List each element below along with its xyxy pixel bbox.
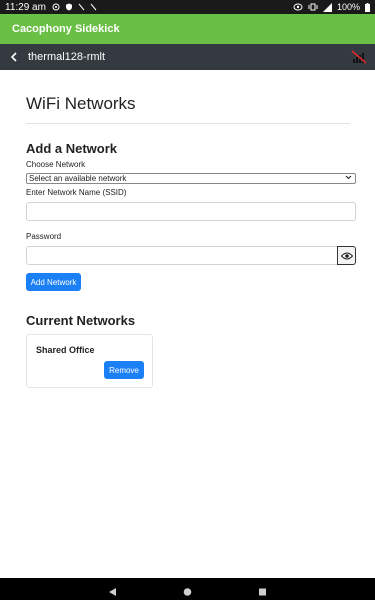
device-connection-icon (351, 50, 367, 64)
back-button[interactable] (0, 52, 28, 62)
no-signal-icon (351, 50, 367, 64)
status-bar: 11:29 am 100% (0, 0, 375, 14)
current-networks-heading: Current Networks (26, 313, 136, 328)
nav-recents-button[interactable] (258, 584, 267, 600)
notification-icons (52, 3, 97, 11)
chevron-down-icon (345, 174, 352, 183)
remove-network-button[interactable]: Remove (104, 361, 144, 379)
app-header: Cacophony Sidekick (0, 14, 375, 44)
system-nav-bar (0, 578, 375, 600)
choose-network-label: Choose Network (26, 160, 86, 169)
device-bar: thermal128-rmlt (0, 44, 375, 70)
password-label: Password (26, 232, 62, 241)
add-network-button[interactable]: Add Network (26, 273, 81, 291)
nav-home-button[interactable] (183, 584, 192, 600)
shield-icon (65, 3, 72, 11)
add-network-heading: Add a Network (26, 141, 118, 156)
eye-icon (340, 252, 353, 259)
device-name: thermal128-rmlt (28, 51, 106, 63)
ssid-label: Enter Network Name (SSID) (26, 188, 127, 197)
square-recents-icon (259, 588, 266, 596)
slash-icon (90, 3, 97, 11)
triangle-back-icon (109, 588, 116, 596)
status-right: 100% (293, 2, 370, 12)
battery-percent: 100% (336, 2, 360, 12)
network-select-value: Select an available network (29, 174, 127, 183)
password-input[interactable] (26, 246, 337, 265)
status-time: 11:29 am (5, 1, 46, 13)
main-content: WiFi Networks Add a Network Choose Netwo… (26, 70, 356, 388)
circle-home-icon (183, 588, 192, 596)
app-title: Cacophony Sidekick (12, 23, 120, 35)
signal-icon (322, 2, 332, 12)
ssid-input[interactable] (26, 202, 356, 221)
page-title: WiFi Networks (26, 94, 350, 124)
slash-icon (78, 3, 85, 11)
password-row (26, 246, 356, 265)
chevron-left-icon (10, 52, 17, 62)
location-icon (293, 3, 303, 11)
vibrate-icon (308, 3, 318, 11)
show-password-button[interactable] (337, 246, 356, 265)
notification-icon (52, 3, 60, 11)
network-card: Shared Office Remove (26, 334, 153, 388)
network-select[interactable]: Select an available network (26, 173, 356, 184)
nav-back-button[interactable] (108, 584, 117, 600)
network-name: Shared Office (36, 345, 95, 355)
battery-icon (365, 2, 370, 12)
